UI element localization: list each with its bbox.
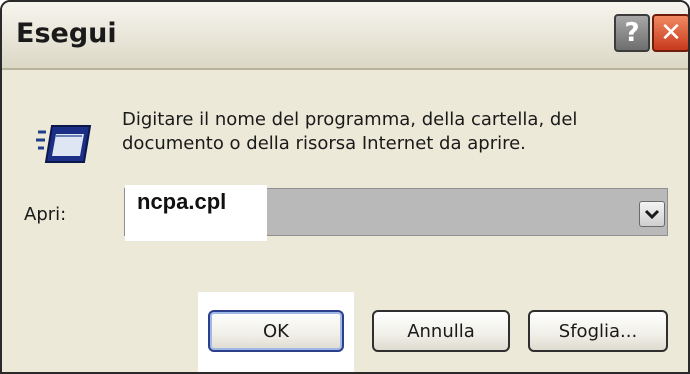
close-button[interactable]: ✕ (652, 14, 688, 52)
open-label: Apri: (24, 204, 67, 225)
dialog-body: Digitare il nome del programma, della ca… (2, 70, 688, 372)
window-title: Esegui (16, 18, 117, 49)
title-bar[interactable]: Esegui ? ✕ (2, 2, 688, 70)
ok-button[interactable]: OK (208, 310, 344, 352)
dropdown-button[interactable] (639, 201, 665, 227)
run-icon (36, 125, 92, 163)
cancel-button[interactable]: Annulla (372, 310, 510, 352)
help-button[interactable]: ? (614, 14, 650, 52)
browse-button[interactable]: Sfoglia... (528, 310, 668, 352)
run-dialog: Esegui ? ✕ Digitare il nome del programm… (0, 0, 690, 374)
close-icon: ✕ (660, 18, 682, 48)
chevron-down-icon (644, 209, 660, 220)
instruction-line-2: documento o della risorsa Internet da ap… (122, 133, 526, 154)
instruction-line-1: Digitare il nome del programma, della ca… (122, 109, 578, 130)
open-combobox[interactable]: ncpa.cpl (124, 185, 668, 241)
help-icon: ? (624, 18, 640, 48)
open-input[interactable]: ncpa.cpl (137, 189, 226, 215)
instruction-text: Digitare il nome del programma, della ca… (122, 108, 577, 156)
